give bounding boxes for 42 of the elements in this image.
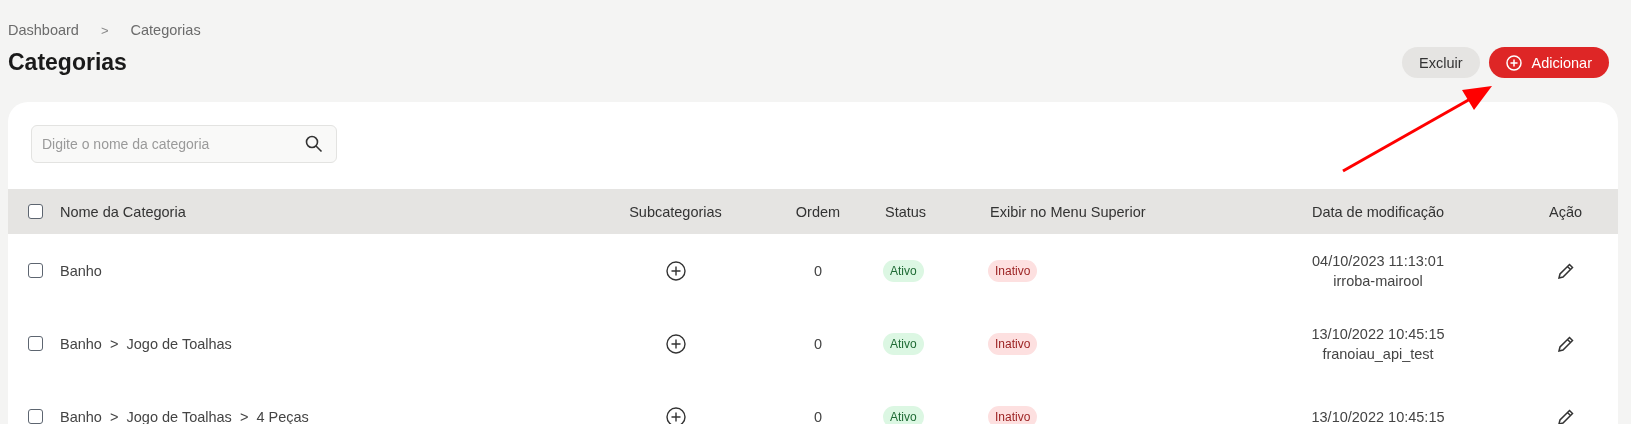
select-all-checkbox[interactable] xyxy=(27,204,43,219)
status-badge: Inativo xyxy=(988,405,1038,424)
search-field[interactable]: Digite o nome da categoria xyxy=(31,125,337,163)
modified-date: 04/10/2023 11:13:01 xyxy=(1312,251,1444,271)
column-header: Ação xyxy=(1548,203,1583,220)
modified-date: 13/10/2022 10:45:15 xyxy=(1311,407,1445,424)
pencil-icon[interactable] xyxy=(1556,334,1575,353)
status-badge: Ativo xyxy=(883,259,924,282)
status-badge: Ativo xyxy=(883,405,924,424)
delete-button[interactable]: Excluir xyxy=(1402,47,1480,78)
column-header: Subcategorias xyxy=(629,203,722,220)
category-name: Banho xyxy=(59,262,103,279)
column-header: Ordem xyxy=(795,203,841,220)
plus-circle-icon xyxy=(1505,54,1522,71)
modified-user: franoiau_api_test xyxy=(1322,344,1434,364)
breadcrumb-link[interactable]: Dashboard xyxy=(8,22,79,38)
status-badge: Inativo xyxy=(988,259,1038,282)
row-checkbox[interactable] xyxy=(27,263,43,278)
table-cell: 0 xyxy=(813,408,823,424)
modified-date: 13/10/2022 10:45:15 xyxy=(1311,324,1445,344)
page-title: Categorias xyxy=(8,49,127,76)
breadcrumb-link[interactable]: Categorias xyxy=(130,22,201,38)
column-header: Data de modificação xyxy=(1311,203,1445,220)
category-name: Banho > Jogo de Toalhas xyxy=(59,335,233,352)
plus-circle-icon[interactable] xyxy=(665,260,686,281)
modified-user: irroba-mairool xyxy=(1333,271,1423,291)
add-button[interactable]: Adicionar xyxy=(1488,47,1609,78)
column-header: Nome da Categoria xyxy=(59,203,187,220)
column-header: Exibir no Menu Superior xyxy=(989,203,1147,220)
status-badge: Inativo xyxy=(988,332,1038,355)
status-badge: Ativo xyxy=(883,332,924,355)
breadcrumb-separator: > xyxy=(100,22,109,38)
table-cell: 0 xyxy=(813,335,823,352)
search-icon xyxy=(305,135,323,153)
plus-circle-icon[interactable] xyxy=(665,333,686,354)
row-checkbox[interactable] xyxy=(27,336,43,351)
column-header: Status xyxy=(884,203,928,220)
category-name: Banho > Jogo de Toalhas > 4 Peças xyxy=(59,408,310,424)
table-cell: 0 xyxy=(813,262,823,279)
pencil-icon[interactable] xyxy=(1556,407,1575,424)
pencil-icon[interactable] xyxy=(1556,261,1575,280)
row-checkbox[interactable] xyxy=(27,409,43,424)
